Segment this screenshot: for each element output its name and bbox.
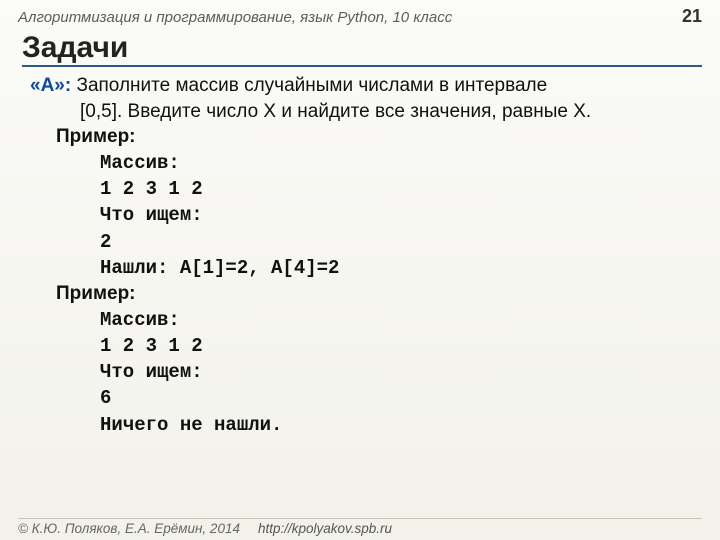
ex2-array-values: 1 2 3 1 2 — [100, 333, 690, 359]
task-text-1: Заполните массив случайными числами в ин… — [76, 75, 547, 96]
title-row: Задачи — [22, 31, 702, 67]
ex2-search-label: Что ищем: — [100, 359, 690, 385]
page-number: 21 — [682, 6, 702, 27]
example2-block: Массив: 1 2 3 1 2 Что ищем: 6 Ничего не … — [30, 307, 690, 438]
ex1-search-value: 2 — [100, 229, 690, 255]
ex1-array-label: Массив: — [100, 150, 690, 176]
ex1-array-values: 1 2 3 1 2 — [100, 176, 690, 202]
example1-label-text: Пример: — [56, 126, 136, 147]
task-label: «A»: — [30, 75, 71, 96]
ex2-result: Ничего не нашли. — [100, 412, 690, 438]
example1-block: Массив: 1 2 3 1 2 Что ищем: 2 Нашли: A[1… — [30, 150, 690, 281]
footer-copyright: © К.Ю. Поляков, Е.А. Ерёмин, 2014 — [18, 521, 240, 536]
ex2-array-label: Массив: — [100, 307, 690, 333]
ex1-search-label: Что ищем: — [100, 202, 690, 228]
course-title: Алгоритмизация и программирование, язык … — [18, 9, 452, 26]
task-text-2: [0,5]. Введите число X и найдите все зна… — [30, 99, 690, 125]
page-title: Задачи — [22, 31, 702, 65]
example2-label: Пример: — [30, 281, 690, 307]
slide: Алгоритмизация и программирование, язык … — [0, 0, 720, 540]
footer: © К.Ю. Поляков, Е.А. Ерёмин, 2014 http:/… — [18, 518, 702, 536]
header: Алгоритмизация и программирование, язык … — [0, 0, 720, 29]
ex1-result: Нашли: A[1]=2, A[4]=2 — [100, 255, 690, 281]
footer-url: http://kpolyakov.spb.ru — [258, 521, 392, 536]
example2-label-text: Пример: — [56, 283, 136, 304]
content: «A»: Заполните массив случайными числами… — [0, 67, 720, 438]
task-line1: «A»: Заполните массив случайными числами… — [30, 73, 690, 99]
example1-label: Пример: — [30, 124, 690, 150]
ex2-search-value: 6 — [100, 385, 690, 411]
